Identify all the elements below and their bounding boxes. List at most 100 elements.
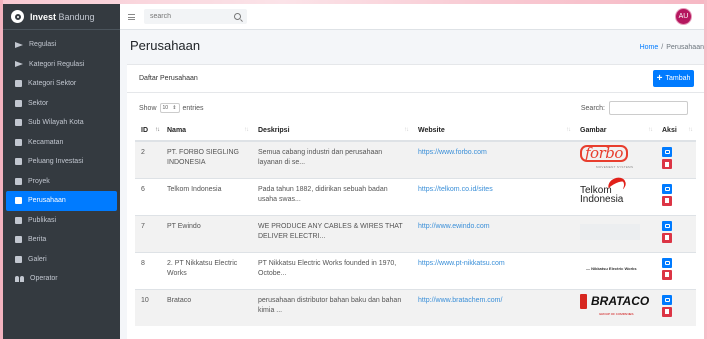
sidebar-item-label: Operator [30, 275, 58, 283]
sidebar-item-kecamatan[interactable]: Kecamatan [6, 133, 117, 153]
sidebar-item-proyek[interactable]: Proyek [6, 172, 117, 192]
breadcrumb-current: Perusahaan [666, 44, 704, 51]
delete-button[interactable] [662, 269, 672, 280]
company-card: Daftar Perusahaan + Tambah Show 10 ⇕ entri… [127, 64, 704, 339]
navbar-search-input[interactable] [150, 13, 220, 20]
page-title: Perusahaan [130, 38, 201, 53]
add-company-button[interactable]: + Tambah [653, 70, 694, 87]
sidebar-item-label: Kategori Sektor [28, 80, 77, 88]
select-arrows-icon: ⇕ [172, 105, 177, 111]
sidebar-item-kategori-regulasi[interactable]: Kategori Regulasi [6, 55, 117, 75]
entries-select[interactable]: 10 ⇕ [159, 103, 180, 113]
column-header-deskripsi[interactable]: Deskripsi ↑↓ [252, 121, 412, 142]
breadcrumb-separator: / [661, 44, 664, 51]
edit-button[interactable] [662, 294, 672, 305]
breadcrumb: Home / Perusahaan [640, 44, 704, 51]
delete-button[interactable] [662, 232, 672, 243]
trash-icon [665, 235, 669, 240]
cell-id: 10 [135, 288, 161, 326]
cell-website[interactable]: http://www.ewindo.com [412, 214, 574, 252]
edit-button[interactable] [662, 220, 672, 231]
breadcrumb-home-link[interactable]: Home [640, 44, 659, 51]
delete-button[interactable] [662, 306, 672, 317]
sidebar-item-perusahaan[interactable]: Perusahaan [6, 191, 117, 211]
book-icon [15, 255, 22, 263]
sidebar-nav: Regulasi Kategori Regulasi Kategori Sektor… [3, 30, 120, 289]
cell-gambar: Telkom Indonesia [574, 174, 656, 215]
sidebar-item-label: Kecamatan [28, 138, 64, 146]
sidebar-item-operator[interactable]: Operator [6, 269, 117, 289]
cell-nama: 2. PT Nikkatsu Electric Works [161, 251, 252, 289]
trash-icon [665, 161, 669, 167]
trash-icon [665, 272, 669, 277]
edit-button[interactable] [662, 257, 672, 268]
book-icon [15, 177, 22, 185]
sort-icon: ↑↓ [244, 127, 249, 133]
trash-icon [665, 309, 669, 314]
book-icon [15, 119, 22, 127]
edit-icon [664, 186, 670, 191]
cell-id: 7 [135, 214, 161, 252]
column-header-nama[interactable]: Nama ↑↓ [161, 121, 252, 142]
edit-button[interactable] [662, 183, 672, 194]
cell-website[interactable]: https://telkom.co.id/sites [412, 177, 574, 215]
book-icon [15, 236, 22, 244]
sidebar-item-label: Regulasi [29, 41, 57, 49]
sidebar-item-regulasi[interactable]: Regulasi [6, 35, 117, 55]
cell-website[interactable]: http://www.bratachem.com/ [412, 288, 574, 326]
table-header-row: ID ↑↓ Nama ↑↓ Deskripsi ↑↓ Website ↑↓ Gambar… [135, 121, 696, 142]
cell-nama: Brataco [161, 288, 252, 326]
delete-button[interactable] [662, 159, 672, 169]
card-title: Daftar Perusahaan [139, 75, 198, 82]
sidebar-item-publikasi[interactable]: Publikasi [6, 211, 117, 231]
user-avatar[interactable]: AU [675, 8, 692, 25]
book-icon [15, 138, 22, 146]
cell-id: 6 [135, 177, 161, 215]
nikkatsu-logo: — Nikkatsu Electric Works [586, 266, 637, 271]
table-row: 6 Telkom Indonesia Pada tahun 1882, didiri… [135, 174, 696, 215]
cell-deskripsi: PT Nikkatsu Electric Works founded in 19… [252, 251, 412, 289]
cell-nama: PT. FORBO SIEGLING INDONESIA [161, 140, 252, 178]
edit-icon [664, 150, 670, 154]
sidebar-item-label: Sub Wilayah Kota [28, 119, 84, 127]
sidebar-item-sektor[interactable]: Sektor [6, 94, 117, 114]
column-header-aksi[interactable]: Aksi ↑↓ [656, 121, 696, 142]
sort-icon: ↑↓ [648, 127, 653, 133]
sidebar-item-label: Proyek [28, 177, 50, 185]
cell-website[interactable]: https://www.pt-nikkatsu.com [412, 251, 574, 289]
top-navbar: AU [120, 4, 704, 30]
cell-gambar [574, 214, 656, 252]
brand[interactable]: Invest Bandung [3, 4, 120, 30]
sidebar-item-label: Publikasi [28, 216, 57, 224]
table-row: 2 PT. FORBO SIEGLING INDONESIA Semua caban… [135, 140, 696, 178]
sidebar-item-sub-wilayah-kota[interactable]: Sub Wilayah Kota [6, 113, 117, 133]
users-icon [15, 275, 24, 282]
sidebar-item-galeri[interactable]: Galeri [6, 250, 117, 270]
column-header-gambar[interactable]: Gambar ↑↓ [574, 121, 656, 142]
menu-toggle-icon[interactable] [128, 13, 135, 20]
cell-aksi [656, 251, 696, 289]
cell-id: 8 [135, 251, 161, 289]
table-toolbar: Show 10 ⇕ entries Search: [127, 97, 704, 119]
brataco-logo: BRATACO GROUP OF COMPANIES [580, 293, 650, 319]
sort-icon: ↑↓ [688, 127, 693, 133]
card-header: Daftar Perusahaan + Tambah [127, 65, 704, 93]
table-search-input[interactable] [609, 101, 688, 115]
column-header-website[interactable]: Website ↑↓ [412, 121, 574, 142]
search-icon[interactable] [234, 13, 241, 20]
cell-gambar: — Nikkatsu Electric Works [574, 251, 656, 289]
edit-button[interactable] [662, 147, 672, 157]
forbo-logo: forbo MOVEMENT SYSTEMS [580, 145, 650, 171]
sidebar-item-peluang-investasi[interactable]: Peluang Investasi [6, 152, 117, 172]
sidebar-item-label: Berita [28, 236, 47, 244]
table-row: 7 PT Ewindo WE PRODUCE ANY CABLES & WIRES … [135, 214, 696, 252]
delete-button[interactable] [662, 195, 672, 206]
sidebar-item-label: Galeri [28, 255, 47, 263]
book-icon [15, 158, 22, 166]
sidebar-item-berita[interactable]: Berita [6, 230, 117, 250]
edit-icon [664, 223, 670, 228]
column-header-id[interactable]: ID ↑↓ [135, 121, 161, 142]
cell-nama: PT Ewindo [161, 214, 252, 252]
sidebar-item-kategori-sektor[interactable]: Kategori Sektor [6, 74, 117, 94]
cell-website[interactable]: https://www.forbo.com [412, 140, 574, 178]
